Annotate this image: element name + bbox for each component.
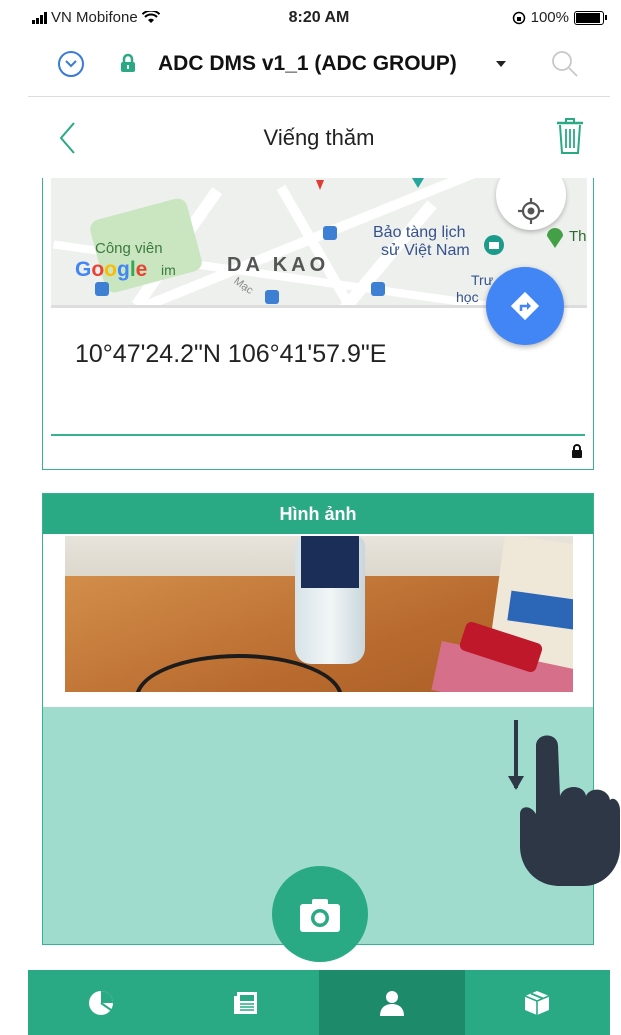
park-marker-icon — [547, 228, 563, 248]
google-logo: Google — [75, 258, 148, 281]
dropdown-caret-icon[interactable] — [496, 61, 506, 67]
museum-marker-icon — [484, 235, 504, 255]
bus-stop-icon — [323, 226, 337, 240]
pie-chart-icon — [88, 990, 113, 1015]
app-bar: ADC DMS v1_1 (ADC GROUP) — [28, 36, 610, 97]
expand-icon[interactable] — [58, 51, 84, 77]
search-icon[interactable] — [550, 49, 580, 79]
map-label-park: Công viên — [95, 240, 163, 257]
orientation-lock-icon — [512, 11, 525, 24]
map-label-museum-1: Bảo tàng lịch — [373, 224, 466, 241]
divider — [51, 434, 585, 436]
battery-icon — [574, 10, 607, 25]
map-label-street: Mạc — [231, 275, 256, 297]
images-header: Hình ảnh — [43, 494, 593, 534]
map-label-district: DA KAO — [227, 254, 330, 276]
crosshair-icon — [518, 198, 544, 224]
my-location-button[interactable] — [496, 178, 566, 230]
page-title: Viếng thăm — [263, 125, 375, 150]
person-icon — [379, 990, 404, 1016]
location-card: Công viên Google im DA KAO Bảo tàng lịch… — [42, 178, 594, 470]
tab-dashboard[interactable] — [28, 970, 174, 1035]
lock-icon — [121, 53, 135, 72]
camera-icon — [300, 899, 340, 932]
trash-icon[interactable] — [555, 117, 585, 155]
map-label-school: Trư — [471, 272, 494, 288]
map-label-school-2: học — [456, 289, 479, 305]
bus-stop-icon — [265, 290, 279, 304]
directions-button[interactable] — [486, 267, 564, 345]
photo-thumbnail[interactable] — [65, 536, 573, 692]
bus-stop-icon — [95, 282, 109, 296]
map-label-park-suffix: im — [161, 262, 176, 278]
tab-customer[interactable] — [319, 970, 465, 1035]
photo-strip — [43, 534, 593, 707]
map-marker-icon — [412, 178, 424, 188]
camera-button[interactable] — [272, 866, 368, 962]
map-label-museum-2: sử Việt Nam — [381, 242, 470, 259]
lock-icon — [572, 444, 582, 458]
coordinates-text: 10°47'24.2"N 106°41'57.9"E — [75, 340, 387, 368]
map-pin-icon — [316, 180, 324, 190]
map-label-th: Th — [569, 228, 587, 245]
status-bar: VN Mobifone 8:20 AM 100% — [28, 0, 610, 36]
bus-stop-icon — [371, 282, 385, 296]
battery-info: 100% — [512, 9, 607, 26]
news-icon — [234, 991, 258, 1014]
tab-products[interactable] — [465, 970, 611, 1035]
app-title[interactable]: ADC DMS v1_1 (ADC GROUP) — [158, 52, 457, 76]
battery-percent: 100% — [530, 9, 569, 26]
tab-news[interactable] — [174, 970, 320, 1035]
swipe-hand-icon — [508, 720, 620, 886]
page-header: Viếng thăm — [28, 97, 610, 177]
box-icon — [524, 990, 550, 1015]
directions-icon — [510, 291, 540, 321]
bottom-tab-bar — [28, 970, 610, 1035]
